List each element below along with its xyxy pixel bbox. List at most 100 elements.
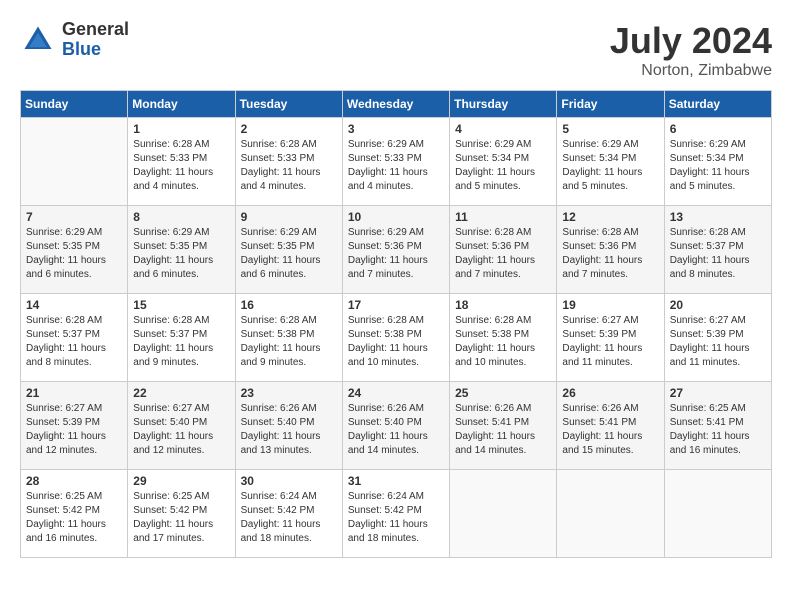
calendar-week-row: 7 Sunrise: 6:29 AMSunset: 5:35 PMDaylight… [21,206,772,294]
day-number: 10 [348,210,444,224]
calendar-cell: 18 Sunrise: 6:28 AMSunset: 5:38 PMDayligh… [450,294,557,382]
day-number: 15 [133,298,229,312]
cell-content: Sunrise: 6:29 AMSunset: 5:34 PMDaylight:… [455,138,551,194]
day-number: 12 [562,210,658,224]
day-number: 18 [455,298,551,312]
day-number: 5 [562,122,658,136]
day-number: 8 [133,210,229,224]
cell-content: Sunrise: 6:29 AMSunset: 5:33 PMDaylight:… [348,138,444,194]
cell-content: Sunrise: 6:28 AMSunset: 5:38 PMDaylight:… [455,314,551,370]
day-number: 20 [670,298,766,312]
day-number: 27 [670,386,766,400]
calendar-cell [450,470,557,558]
cell-content: Sunrise: 6:26 AMSunset: 5:40 PMDaylight:… [241,402,337,458]
day-number: 22 [133,386,229,400]
calendar-cell: 30 Sunrise: 6:24 AMSunset: 5:42 PMDayligh… [235,470,342,558]
cell-content: Sunrise: 6:27 AMSunset: 5:39 PMDaylight:… [562,314,658,370]
calendar-week-row: 28 Sunrise: 6:25 AMSunset: 5:42 PMDayligh… [21,470,772,558]
day-number: 2 [241,122,337,136]
cell-content: Sunrise: 6:28 AMSunset: 5:36 PMDaylight:… [455,226,551,282]
day-number: 25 [455,386,551,400]
day-number: 1 [133,122,229,136]
logo-general: General [62,20,129,40]
cell-content: Sunrise: 6:29 AMSunset: 5:35 PMDaylight:… [26,226,122,282]
day-header-sunday: Sunday [21,91,128,118]
cell-content: Sunrise: 6:25 AMSunset: 5:42 PMDaylight:… [26,490,122,546]
cell-content: Sunrise: 6:28 AMSunset: 5:38 PMDaylight:… [348,314,444,370]
calendar-cell: 24 Sunrise: 6:26 AMSunset: 5:40 PMDayligh… [342,382,449,470]
calendar-cell: 9 Sunrise: 6:29 AMSunset: 5:35 PMDaylight… [235,206,342,294]
calendar-week-row: 14Sunrise: 6:28 AMSunset: 5:37 PMDayligh… [21,294,772,382]
cell-content: Sunrise: 6:27 AMSunset: 5:39 PMDaylight:… [670,314,766,370]
day-number: 16 [241,298,337,312]
day-header-thursday: Thursday [450,91,557,118]
cell-content: Sunrise: 6:25 AMSunset: 5:42 PMDaylight:… [133,490,229,546]
calendar-cell: 3Sunrise: 6:29 AMSunset: 5:33 PMDaylight… [342,118,449,206]
calendar-cell: 10 Sunrise: 6:29 AMSunset: 5:36 PMDayligh… [342,206,449,294]
day-number: 19 [562,298,658,312]
calendar-cell: 20 Sunrise: 6:27 AMSunset: 5:39 PMDayligh… [664,294,771,382]
cell-content: Sunrise: 6:28 AMSunset: 5:38 PMDaylight:… [241,314,337,370]
logo: General Blue [20,20,129,60]
calendar-cell: 2 Sunrise: 6:28 AMSunset: 5:33 PMDaylight… [235,118,342,206]
cell-content: Sunrise: 6:25 AMSunset: 5:41 PMDaylight:… [670,402,766,458]
cell-content: Sunrise: 6:28 AMSunset: 5:36 PMDaylight:… [562,226,658,282]
logo-text: General Blue [62,20,129,60]
cell-content: Sunrise: 6:24 AMSunset: 5:42 PMDaylight:… [348,490,444,546]
calendar-week-row: 1 Sunrise: 6:28 AMSunset: 5:33 PMDaylight… [21,118,772,206]
calendar-table: SundayMondayTuesdayWednesdayThursdayFrid… [20,90,772,558]
day-header-monday: Monday [128,91,235,118]
calendar-cell: 27 Sunrise: 6:25 AMSunset: 5:41 PMDayligh… [664,382,771,470]
day-header-tuesday: Tuesday [235,91,342,118]
calendar-header-row: SundayMondayTuesdayWednesdayThursdayFrid… [21,91,772,118]
day-number: 23 [241,386,337,400]
cell-content: Sunrise: 6:28 AMSunset: 5:33 PMDaylight:… [133,138,229,194]
day-header-friday: Friday [557,91,664,118]
cell-content: Sunrise: 6:29 AMSunset: 5:36 PMDaylight:… [348,226,444,282]
calendar-cell [557,470,664,558]
day-header-saturday: Saturday [664,91,771,118]
day-number: 29 [133,474,229,488]
day-number: 6 [670,122,766,136]
cell-content: Sunrise: 6:27 AMSunset: 5:39 PMDaylight:… [26,402,122,458]
cell-content: Sunrise: 6:28 AMSunset: 5:33 PMDaylight:… [241,138,337,194]
title-block: July 2024 Norton, Zimbabwe [610,20,772,80]
cell-content: Sunrise: 6:28 AMSunset: 5:37 PMDaylight:… [133,314,229,370]
logo-icon [20,22,56,58]
cell-content: Sunrise: 6:29 AMSunset: 5:35 PMDaylight:… [133,226,229,282]
location: Norton, Zimbabwe [610,62,772,80]
calendar-cell: 26Sunrise: 6:26 AMSunset: 5:41 PMDayligh… [557,382,664,470]
calendar-cell: 31Sunrise: 6:24 AMSunset: 5:42 PMDayligh… [342,470,449,558]
day-number: 7 [26,210,122,224]
day-number: 21 [26,386,122,400]
day-number: 26 [562,386,658,400]
day-number: 30 [241,474,337,488]
calendar-cell: 11 Sunrise: 6:28 AMSunset: 5:36 PMDayligh… [450,206,557,294]
day-number: 17 [348,298,444,312]
calendar-week-row: 21 Sunrise: 6:27 AMSunset: 5:39 PMDayligh… [21,382,772,470]
calendar-cell: 15 Sunrise: 6:28 AMSunset: 5:37 PMDayligh… [128,294,235,382]
day-number: 13 [670,210,766,224]
logo-blue: Blue [62,40,129,60]
cell-content: Sunrise: 6:29 AMSunset: 5:35 PMDaylight:… [241,226,337,282]
calendar-cell: 17 Sunrise: 6:28 AMSunset: 5:38 PMDayligh… [342,294,449,382]
day-number: 11 [455,210,551,224]
calendar-cell: 6 Sunrise: 6:29 AMSunset: 5:34 PMDaylight… [664,118,771,206]
calendar-cell: 1 Sunrise: 6:28 AMSunset: 5:33 PMDaylight… [128,118,235,206]
page-header: General Blue July 2024 Norton, Zimbabwe [20,20,772,80]
cell-content: Sunrise: 6:29 AMSunset: 5:34 PMDaylight:… [670,138,766,194]
month-title: July 2024 [610,20,772,62]
cell-content: Sunrise: 6:26 AMSunset: 5:41 PMDaylight:… [455,402,551,458]
cell-content: Sunrise: 6:26 AMSunset: 5:40 PMDaylight:… [348,402,444,458]
calendar-cell [664,470,771,558]
calendar-cell: 19 Sunrise: 6:27 AMSunset: 5:39 PMDayligh… [557,294,664,382]
day-number: 24 [348,386,444,400]
day-number: 9 [241,210,337,224]
cell-content: Sunrise: 6:28 AMSunset: 5:37 PMDaylight:… [26,314,122,370]
cell-content: Sunrise: 6:24 AMSunset: 5:42 PMDaylight:… [241,490,337,546]
cell-content: Sunrise: 6:27 AMSunset: 5:40 PMDaylight:… [133,402,229,458]
day-number: 28 [26,474,122,488]
calendar-cell: 7 Sunrise: 6:29 AMSunset: 5:35 PMDaylight… [21,206,128,294]
calendar-cell: 8 Sunrise: 6:29 AMSunset: 5:35 PMDaylight… [128,206,235,294]
calendar-cell: 25 Sunrise: 6:26 AMSunset: 5:41 PMDayligh… [450,382,557,470]
